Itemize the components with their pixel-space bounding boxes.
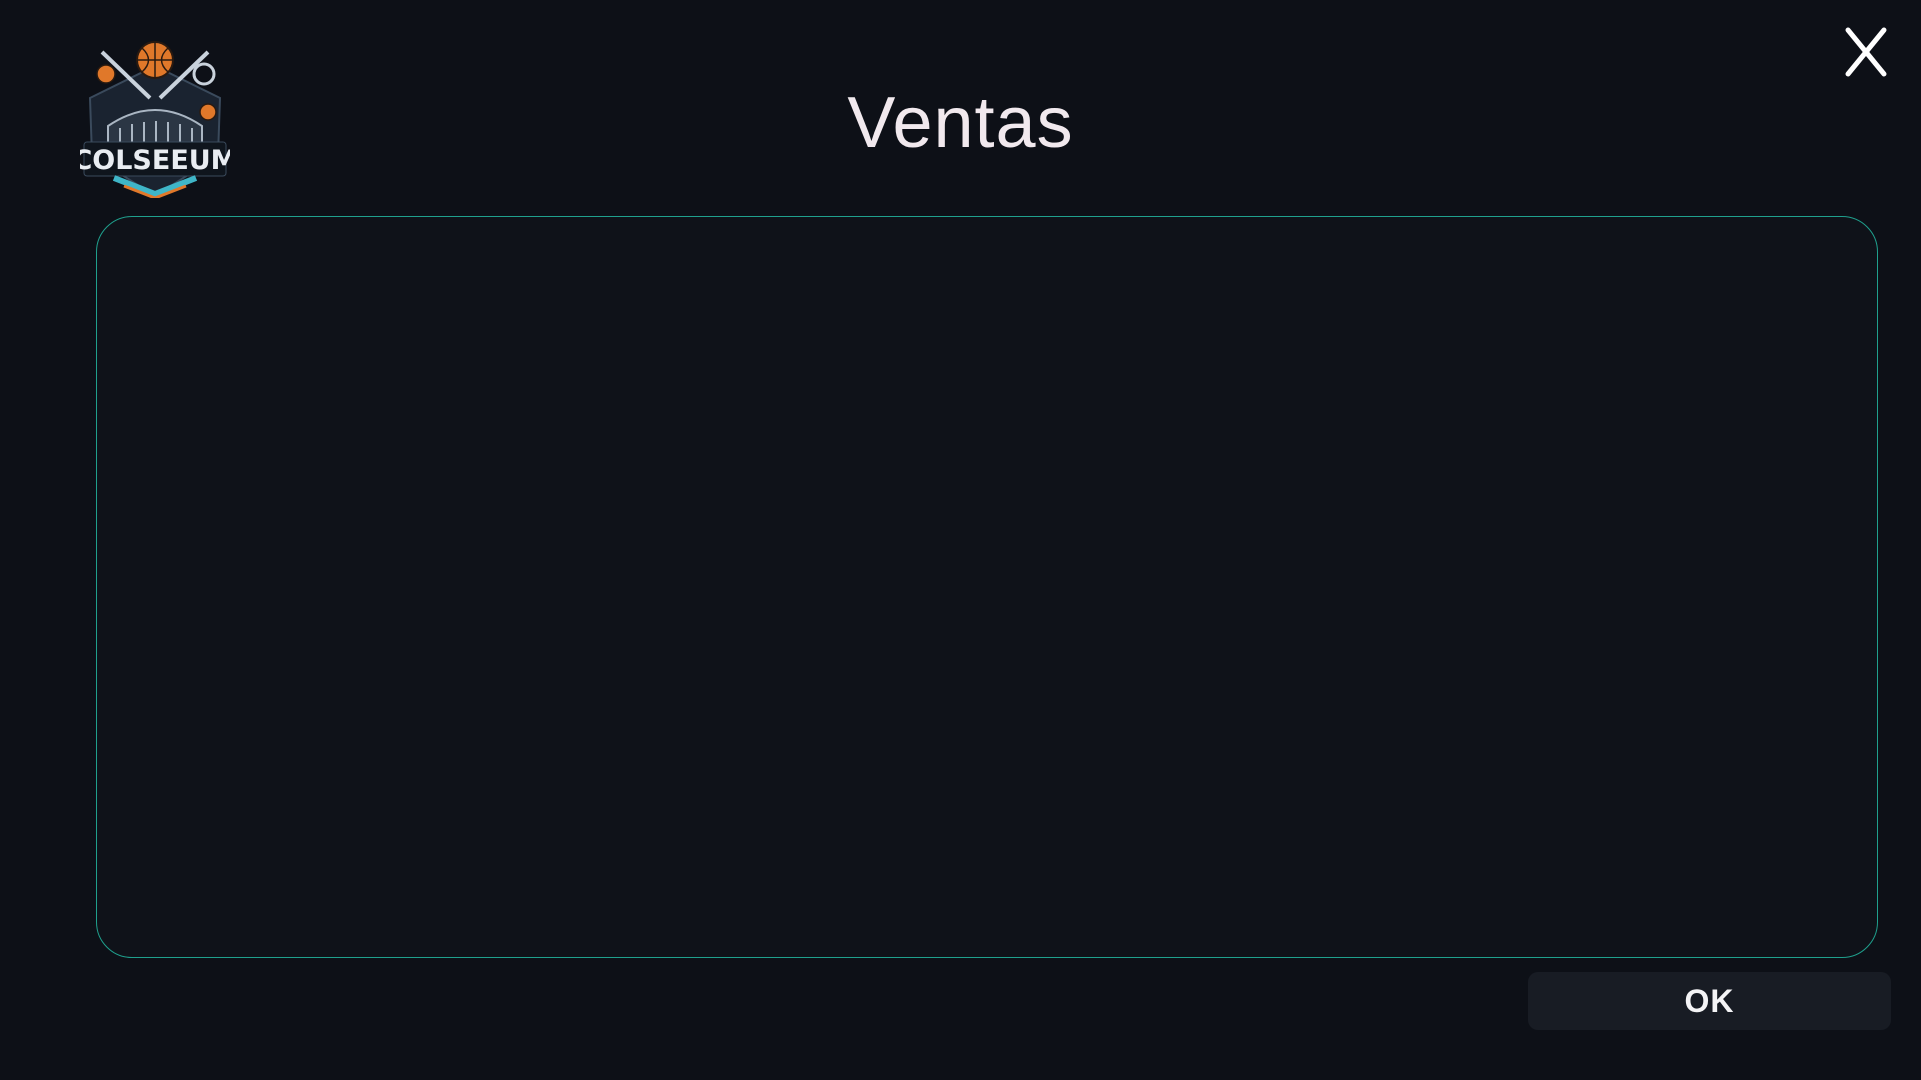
app-window: COLSEEUM Ventas OK — [0, 0, 1921, 1080]
page-title: Ventas — [847, 83, 1074, 163]
close-icon — [1845, 27, 1887, 77]
sales-content-panel — [96, 216, 1878, 958]
ok-button[interactable]: OK — [1528, 972, 1891, 1030]
close-button[interactable] — [1838, 22, 1894, 82]
